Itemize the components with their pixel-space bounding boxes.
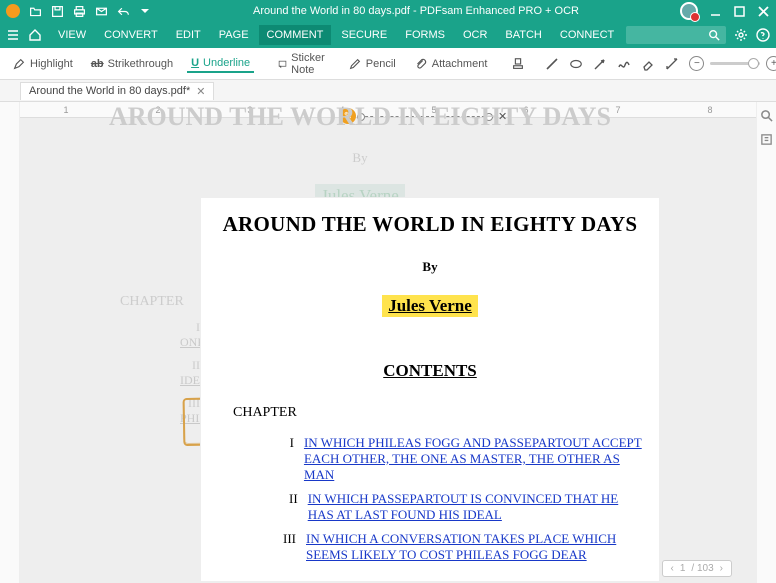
- chapter-link[interactable]: IN WHICH PASSEPARTOUT IS CONVINCED THAT …: [308, 491, 647, 523]
- menu-ocr[interactable]: OCR: [455, 25, 495, 45]
- ghost-rn: I: [180, 320, 200, 335]
- zoom-controls: − + 178%: [689, 56, 776, 71]
- list-item: III IN WHICH A CONVERSATION TAKES PLACE …: [283, 531, 647, 563]
- close-icon[interactable]: [756, 4, 770, 18]
- left-gutter: [0, 102, 20, 583]
- list-item: I IN WHICH PHILEAS FOGG AND PASSEPARTOUT…: [283, 435, 647, 483]
- doc-chapter-label: CHAPTER: [233, 405, 647, 421]
- sticker-note-button[interactable]: Sticker Note: [274, 50, 334, 78]
- print-icon[interactable]: [72, 4, 86, 18]
- user-avatar-icon[interactable]: [680, 2, 698, 20]
- menu-batch[interactable]: BATCH: [497, 25, 549, 45]
- attachment-label: Attachment: [432, 58, 488, 70]
- underline-button[interactable]: U Underline: [187, 55, 254, 73]
- dropdown-icon[interactable]: [138, 4, 152, 18]
- properties-panel-icon[interactable]: [760, 132, 774, 146]
- strikethrough-icon: ab: [91, 58, 104, 70]
- doc-author-highlighted: Jules Verne: [382, 295, 478, 317]
- strikethrough-button[interactable]: ab Strikethrough: [87, 56, 177, 72]
- chapter-number: I: [283, 435, 294, 483]
- highlight-icon: [12, 57, 26, 71]
- zoom-in-button[interactable]: +: [766, 56, 776, 71]
- eraser-icon[interactable]: [641, 57, 655, 71]
- chapter-link[interactable]: IN WHICH PHILEAS FOGG AND PASSEPARTOUT A…: [304, 435, 647, 483]
- pencil-label: Pencil: [366, 58, 396, 70]
- highlight-button[interactable]: Highlight: [8, 55, 77, 73]
- help-icon[interactable]: [756, 28, 770, 42]
- right-sidebar: [756, 102, 776, 583]
- menu-bar: VIEW CONVERT EDIT PAGE COMMENT SECURE FO…: [0, 22, 776, 48]
- document-canvas[interactable]: 1 2 3 4 5 6 7 8 ✎ ✕ AROUND THE WORLD IN …: [20, 102, 756, 583]
- settings-icon[interactable]: [734, 28, 748, 42]
- menu-edit[interactable]: EDIT: [168, 25, 209, 45]
- workspace: 1 2 3 4 5 6 7 8 ✎ ✕ AROUND THE WORLD IN …: [0, 102, 776, 583]
- maximize-icon[interactable]: [732, 4, 746, 18]
- comment-toolbar: Highlight ab Strikethrough U Underline S…: [0, 48, 776, 80]
- title-bar: Around the World in 80 days.pdf - PDFsam…: [0, 0, 776, 22]
- menu-connect[interactable]: CONNECT: [552, 25, 622, 45]
- search-panel-icon[interactable]: [760, 108, 774, 122]
- menu-comment[interactable]: COMMENT: [259, 25, 332, 45]
- highlight-label: Highlight: [30, 58, 73, 70]
- search-input[interactable]: [626, 26, 726, 44]
- menu-secure[interactable]: SECURE: [333, 25, 395, 45]
- zoom-out-button[interactable]: −: [689, 56, 704, 71]
- document-tab-bar: Around the World in 80 days.pdf* ✕: [0, 80, 776, 102]
- sticker-label: Sticker Note: [291, 52, 330, 76]
- menu-forms[interactable]: FORMS: [397, 25, 453, 45]
- menu-page[interactable]: PAGE: [211, 25, 257, 45]
- menu-view[interactable]: VIEW: [50, 25, 94, 45]
- email-icon[interactable]: [94, 4, 108, 18]
- strikethrough-label: Strikethrough: [108, 58, 173, 70]
- arrow-shape-icon[interactable]: [593, 57, 607, 71]
- stamp-icon[interactable]: [511, 57, 525, 71]
- ruler-mark: 8: [707, 105, 712, 115]
- doc-contents-heading: CONTENTS: [213, 361, 647, 381]
- hamburger-icon[interactable]: [6, 28, 20, 42]
- chapter-number: III: [283, 531, 296, 563]
- zoom-slider[interactable]: [710, 62, 760, 65]
- attachment-button[interactable]: Attachment: [410, 55, 492, 73]
- ellipse-shape-icon[interactable]: [569, 57, 583, 71]
- doc-by-ghost: By: [80, 150, 640, 166]
- total-pages: / 103: [691, 563, 713, 574]
- window-title: Around the World in 80 days.pdf - PDFsam…: [152, 5, 680, 17]
- doc-by: By: [213, 259, 647, 275]
- document-tab[interactable]: Around the World in 80 days.pdf* ✕: [20, 82, 214, 100]
- underline-icon: U: [191, 57, 199, 69]
- line-shape-icon[interactable]: [545, 57, 559, 71]
- sticker-icon: [278, 57, 287, 71]
- undo-icon[interactable]: [116, 4, 130, 18]
- menu-items: VIEW CONVERT EDIT PAGE COMMENT SECURE FO…: [50, 25, 622, 45]
- next-page-icon[interactable]: ›: [720, 563, 723, 574]
- chapter-number: II: [283, 491, 298, 523]
- doc-title-ghost: AROUND THE WORLD IN EIGHTY DAYS: [80, 102, 640, 132]
- ruler-mark: 1: [63, 105, 68, 115]
- page-navigator[interactable]: ‹ 1 / 103 ›: [662, 560, 733, 577]
- chapter-link[interactable]: IN WHICH A CONVERSATION TAKES PLACE WHIC…: [306, 531, 647, 563]
- pencil-button[interactable]: Pencil: [344, 55, 400, 73]
- measure-icon[interactable]: [665, 57, 679, 71]
- minimize-icon[interactable]: [708, 4, 722, 18]
- freehand-icon[interactable]: [617, 57, 631, 71]
- home-icon[interactable]: [28, 28, 42, 42]
- tab-close-icon[interactable]: ✕: [196, 85, 205, 98]
- ghost-rn: II: [180, 358, 200, 373]
- save-icon[interactable]: [50, 4, 64, 18]
- foreground-document: AROUND THE WORLD IN EIGHTY DAYS By Jules…: [200, 197, 660, 582]
- document-tab-label: Around the World in 80 days.pdf*: [29, 85, 190, 97]
- pencil-icon: [348, 57, 362, 71]
- attachment-icon: [414, 57, 428, 71]
- open-icon[interactable]: [28, 4, 42, 18]
- prev-page-icon[interactable]: ‹: [671, 563, 674, 574]
- list-item: II IN WHICH PASSEPARTOUT IS CONVINCED TH…: [283, 491, 647, 523]
- underline-label: Underline: [203, 57, 250, 69]
- doc-title: AROUND THE WORLD IN EIGHTY DAYS: [213, 212, 647, 237]
- chapter-list: I IN WHICH PHILEAS FOGG AND PASSEPARTOUT…: [283, 435, 647, 563]
- current-page[interactable]: 1: [680, 563, 686, 574]
- search-icon: [708, 29, 720, 41]
- menu-convert[interactable]: CONVERT: [96, 25, 166, 45]
- app-logo-icon: [6, 4, 20, 18]
